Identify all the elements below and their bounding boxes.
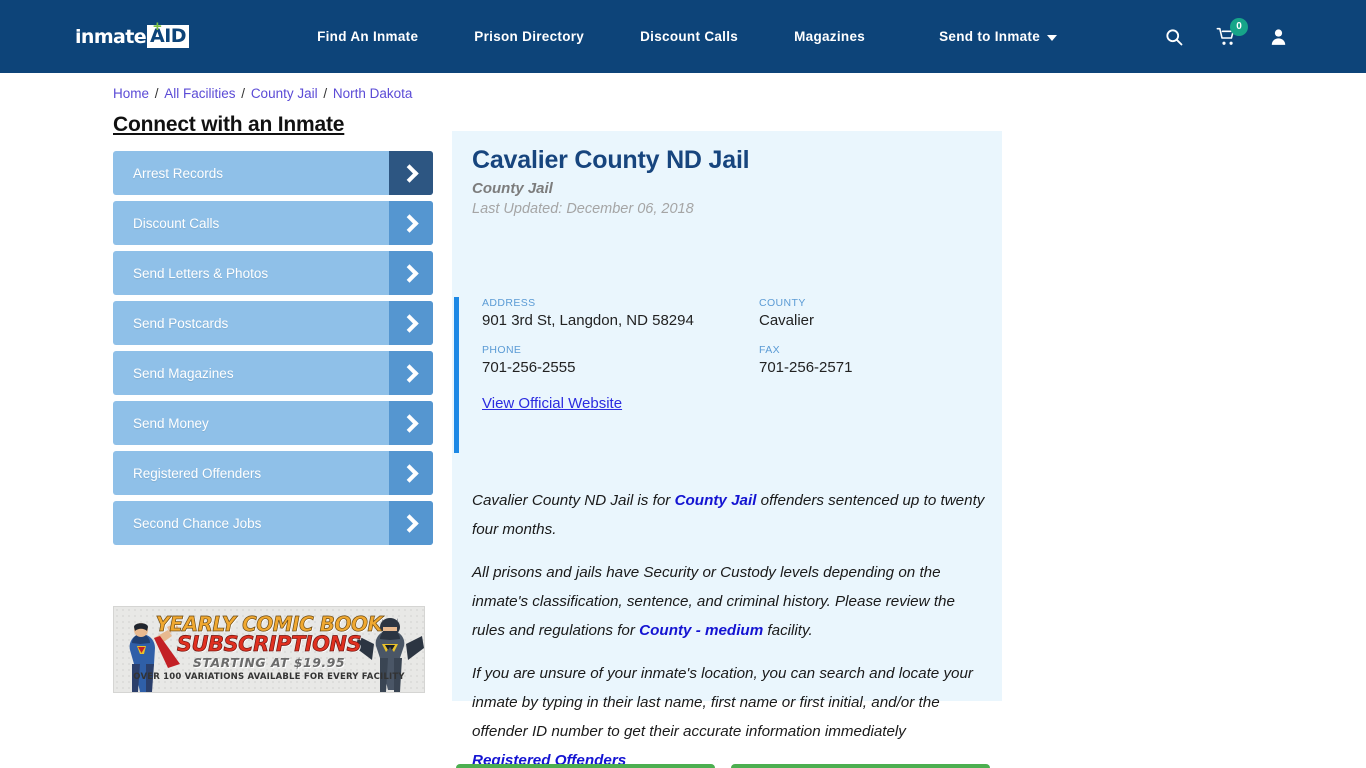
phone-value: 701-256-2555 [482,359,576,376]
site-header: inmate AID + Find An Inmate Prison Direc… [0,0,1366,73]
chevron-right-icon [389,151,433,195]
sidebar-item-label: Arrest Records [133,165,224,181]
page-title: Cavalier County ND Jail [472,146,750,174]
phone-field: PHONE 701-256-2555 [482,344,759,391]
nav-item-discount-calls[interactable]: Discount Calls [612,29,766,44]
logo-word: inmate [75,25,147,48]
nav-item-send-to-inmate[interactable]: Send to Inmate [911,29,1085,44]
sidebar-item-discount-calls[interactable]: Discount Calls [113,201,433,245]
sidebar-item-registered-offenders[interactable]: Registered Offenders [113,451,433,495]
last-updated-text: Last Updated: December 06, 2018 [472,201,694,217]
sidebar-item-label: Registered Offenders [133,465,262,481]
cart-count-badge: 0 [1230,17,1248,36]
sidebar-item-label: Send Postcards [133,315,229,331]
facility-info-block: ADDRESS 901 3rd St, Langdon, ND 58294 CO… [454,297,1002,453]
sidebar-item-label: Send Magazines [133,365,234,381]
fax-label: FAX [759,344,781,356]
site-logo[interactable]: inmate AID + [75,19,190,50]
chevron-right-icon [389,451,433,495]
facility-type: County Jail [472,180,553,197]
ad-subtext: OVER 100 VARIATIONS AVAILABLE FOR EVERY … [133,672,405,682]
chevron-right-icon [389,251,433,295]
main-navigation: Find An Inmate Prison Directory Discount… [289,29,1085,44]
looking-for-inmate-button[interactable]: Looking for an inmate at this facility? [456,764,715,768]
chevron-right-icon [389,501,433,545]
sidebar-item-send-letters-photos[interactable]: Send Letters & Photos [113,251,433,295]
breadcrumb-item-county-jail[interactable]: County Jail [251,86,318,101]
sidebar-item-label: Second Chance Jobs [133,515,262,531]
county-value: Cavalier [759,312,815,329]
ad-headline-2: SUBSCRIPTIONS [176,632,362,657]
nav-item-magazines[interactable]: Magazines [766,29,893,44]
sidebar-item-second-chance-jobs[interactable]: Second Chance Jobs [113,501,433,545]
breadcrumb-item-home[interactable]: Home [113,86,149,101]
sidebar: Connect with an Inmate Arrest Records Di… [113,113,433,551]
address-label: ADDRESS [482,297,536,309]
breadcrumb-separator: / [237,86,249,101]
view-official-website-link[interactable]: View Official Website [482,395,622,412]
comic-subscription-ad[interactable]: YEARLY COMIC BOOK SUBSCRIPTIONS STARTING… [113,606,425,693]
breadcrumb-separator: / [319,86,331,101]
chevron-right-icon [389,351,433,395]
sidebar-item-label: Discount Calls [133,215,220,231]
p1-text-a: Cavalier County ND Jail is for [472,492,675,509]
description-paragraph-2: All prisons and jails have Security or C… [472,558,985,645]
sidebar-item-send-money[interactable]: Send Money [113,401,433,445]
fax-field: FAX 701-256-2571 [759,344,1002,391]
nav-item-find-an-inmate[interactable]: Find An Inmate [289,29,446,44]
search-icon[interactable] [1164,27,1184,47]
cart-icon[interactable]: 0 [1216,17,1248,47]
breadcrumb-item-north-dakota[interactable]: North Dakota [333,86,413,101]
visitation-info-button[interactable]: Visitation Information, Times and Rules [731,764,990,768]
sidebar-item-label: Send Money [133,415,209,431]
fax-value: 701-256-2571 [759,359,853,376]
cta-button-row: Looking for an inmate at this facility? … [456,764,990,768]
user-icon[interactable] [1269,27,1288,47]
breadcrumb-separator: / [151,86,163,101]
sidebar-item-send-postcards[interactable]: Send Postcards [113,301,433,345]
sidebar-item-arrest-records[interactable]: Arrest Records [113,151,433,195]
county-jail-link[interactable]: County Jail [675,492,757,509]
nav-item-send-to-inmate-label: Send to Inmate [939,29,1041,44]
header-icon-group: 0 [1164,17,1288,47]
address-value: 901 3rd St, Langdon, ND 58294 [482,312,694,329]
nav-item-prison-directory[interactable]: Prison Directory [446,29,612,44]
sidebar-title: Connect with an Inmate [113,113,345,136]
facility-card: Cavalier County ND Jail County Jail Last… [452,131,1002,768]
county-label: COUNTY [759,297,806,309]
sidebar-item-label: Send Letters & Photos [133,265,269,281]
facility-description: Cavalier County ND Jail is for County Ja… [472,486,985,768]
chevron-right-icon [389,301,433,345]
chevron-right-icon [389,201,433,245]
breadcrumb-item-all-facilities[interactable]: All Facilities [164,86,235,101]
chevron-down-icon [1047,34,1058,41]
sidebar-item-send-magazines[interactable]: Send Magazines [113,351,433,395]
county-field: COUNTY Cavalier [759,297,1002,344]
description-paragraph-1: Cavalier County ND Jail is for County Ja… [472,486,985,544]
county-medium-link[interactable]: County - medium [639,622,763,639]
p3-text-a: If you are unsure of your inmate's locat… [472,665,973,740]
breadcrumb: Home / All Facilities / County Jail / No… [113,86,412,101]
p2-text-b: facility. [763,622,813,639]
phone-label: PHONE [482,344,522,356]
ad-price-text: STARTING AT $19.95 [192,655,346,670]
description-paragraph-3: If you are unsure of your inmate's locat… [472,659,985,768]
chevron-right-icon [389,401,433,445]
address-field: ADDRESS 901 3rd St, Langdon, ND 58294 [482,297,759,344]
plus-icon: + [153,17,162,35]
